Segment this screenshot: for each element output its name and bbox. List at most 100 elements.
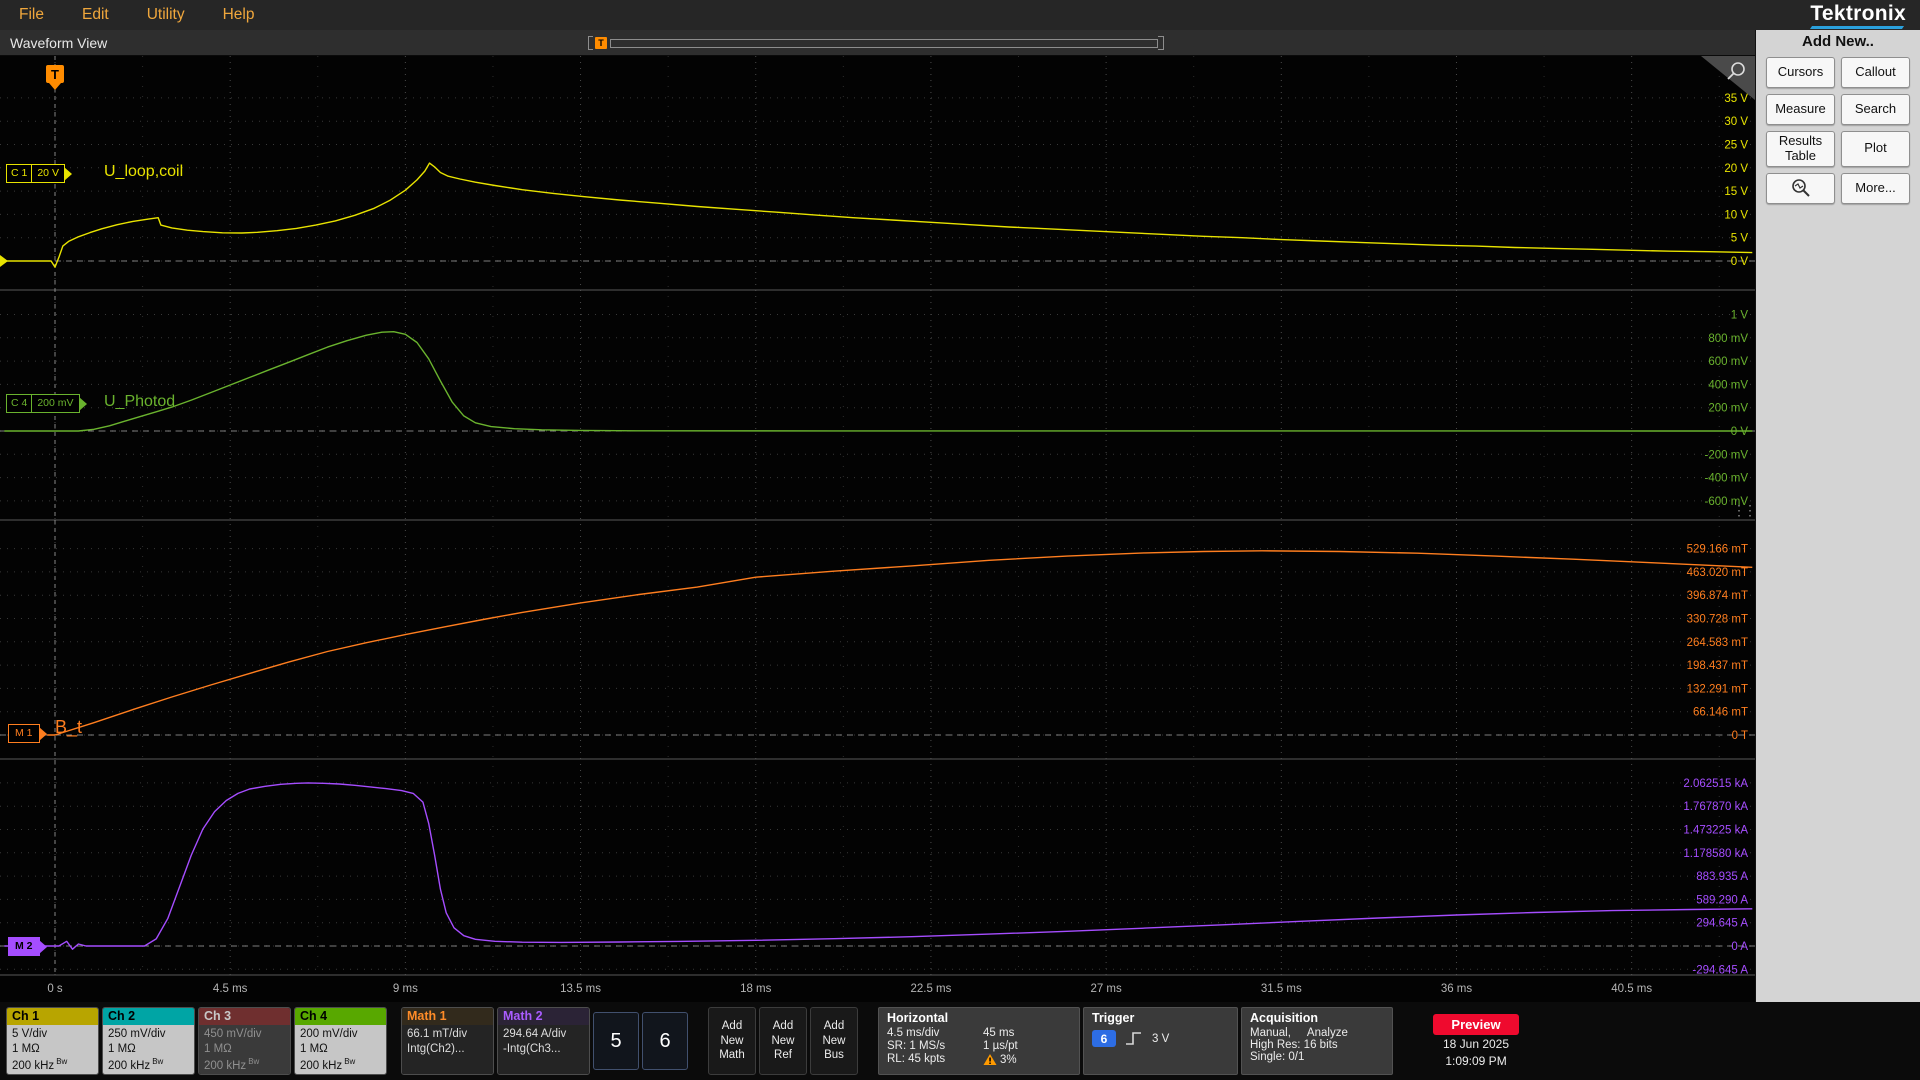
menu-file[interactable]: File bbox=[0, 6, 63, 24]
trigger-level-value: 3 V bbox=[1152, 1032, 1170, 1045]
svg-text:-200 mV: -200 mV bbox=[1705, 449, 1749, 461]
svg-text:0 T: 0 T bbox=[1732, 730, 1748, 742]
trigger-source-badge: 6 bbox=[1092, 1030, 1116, 1047]
svg-text:396.874 mT: 396.874 mT bbox=[1687, 590, 1748, 602]
plot-button[interactable]: Plot bbox=[1841, 131, 1910, 167]
menu-help[interactable]: Help bbox=[204, 6, 274, 24]
channel-marker-c1-scale: 20 V bbox=[37, 167, 59, 179]
bandwidth-indicator: Bw bbox=[56, 1057, 68, 1067]
ch3-badge-body: 450 mV/div 1 MΩ 200 kHz Bw bbox=[199, 1025, 290, 1074]
ch3-badge-title: Ch 3 bbox=[199, 1008, 290, 1025]
zoom-waveform-icon bbox=[1791, 179, 1810, 198]
channel-marker-c1[interactable]: C 1 20 V bbox=[6, 164, 72, 183]
waveform-plot[interactable]: 35 V30 V25 V20 V15 V10 V5 V0 V1 V800 mV6… bbox=[0, 56, 1755, 1002]
warning-icon bbox=[983, 1054, 997, 1065]
add-new-math-button[interactable]: Add New Math bbox=[708, 1007, 756, 1075]
acquisition-mode-row: Manual, Analyze bbox=[1250, 1027, 1348, 1039]
acquisition-panel[interactable]: Acquisition Manual, Analyze High Res: 16 … bbox=[1241, 1007, 1393, 1075]
svg-text:132.291 mT: 132.291 mT bbox=[1687, 683, 1748, 695]
measure-button[interactable]: Measure bbox=[1766, 94, 1835, 125]
waveform-view: Waveform View T 35 V 30 V 25 V 20 V 15 V 10 V… bbox=[0, 30, 1755, 1002]
svg-text:529.166 mT: 529.166 mT bbox=[1687, 544, 1748, 556]
channel-marker-c4[interactable]: C 4 200 mV bbox=[6, 394, 87, 413]
channel-marker-m2[interactable]: M 2 bbox=[8, 937, 46, 956]
horizontal-panel-values: 4.5 ms/div 45 ms SR: 1 MS/s 1 µs/pt RL: 45… bbox=[887, 1027, 1018, 1066]
svg-text:1.473225 kA: 1.473225 kA bbox=[1683, 825, 1748, 837]
waveform-plot-area[interactable]: 35 V 30 V 25 V 20 V 15 V 10 V5 V0 V1 V 800 mV 6… bbox=[0, 56, 1755, 1002]
svg-text:330.728 mT: 330.728 mT bbox=[1687, 614, 1748, 626]
channel-marker-m1[interactable]: M 1 bbox=[8, 724, 46, 743]
cursors-button[interactable]: Cursors bbox=[1766, 57, 1835, 88]
waveform-view-title: Waveform View bbox=[10, 34, 108, 51]
ch3-badge[interactable]: Ch 3 450 mV/div 1 MΩ 200 kHz Bw bbox=[198, 1007, 291, 1075]
bandwidth-indicator: Bw bbox=[248, 1057, 260, 1067]
svg-text:0 s: 0 s bbox=[47, 983, 63, 995]
time-label: 1:09:09 PM bbox=[1445, 1053, 1507, 1068]
channel-marker-c1-id: C 1 bbox=[7, 165, 33, 182]
trigger-letter: T bbox=[51, 66, 59, 82]
trigger-panel[interactable]: Trigger 6 3 V bbox=[1083, 1007, 1238, 1075]
svg-text:400 mV: 400 mV bbox=[1708, 379, 1748, 391]
menu-bar: File Edit Utility Help Tektronix bbox=[0, 0, 1920, 30]
svg-text:1 V: 1 V bbox=[1731, 310, 1749, 322]
svg-text:-400 mV: -400 mV bbox=[1705, 473, 1749, 485]
panel-drag-handle-icon[interactable]: ⋮⋮ bbox=[1732, 503, 1755, 517]
svg-text:800 mV: 800 mV bbox=[1708, 333, 1748, 345]
acquisition-resolution-row: High Res: 16 bits bbox=[1250, 1039, 1338, 1051]
callout-button[interactable]: Callout bbox=[1841, 57, 1910, 88]
preview-group: Preview 18 Jun 2025 1:09:09 PM bbox=[1410, 1007, 1542, 1075]
svg-text:-294.645 A: -294.645 A bbox=[1692, 964, 1748, 976]
channel-marker-c4-scale: 200 mV bbox=[37, 397, 74, 409]
ch2-badge[interactable]: Ch 2 250 mV/div 1 MΩ 200 kHz Bw bbox=[102, 1007, 195, 1075]
ch4-badge[interactable]: Ch 4 200 mV/div 1 MΩ 200 kHz Bw bbox=[294, 1007, 387, 1075]
ch1-badge[interactable]: Ch 1 5 V/div 1 MΩ 200 kHz Bw bbox=[6, 1007, 99, 1075]
svg-text:589.290 A: 589.290 A bbox=[1696, 894, 1748, 906]
overview-left-cap bbox=[588, 36, 593, 50]
nav-button-6[interactable]: 6 bbox=[642, 1012, 688, 1070]
svg-text:9 ms: 9 ms bbox=[393, 983, 418, 995]
svg-text:883.935 A: 883.935 A bbox=[1696, 871, 1748, 883]
menu-edit[interactable]: Edit bbox=[63, 6, 128, 24]
channel-marker-c4-id: C 4 bbox=[7, 395, 33, 412]
add-new-ref-button[interactable]: Add New Ref bbox=[759, 1007, 807, 1075]
menu-utility[interactable]: Utility bbox=[128, 6, 204, 24]
overview-trigger-marker[interactable]: T bbox=[595, 37, 607, 49]
svg-text:4.5 ms: 4.5 ms bbox=[213, 983, 248, 995]
svg-text:5 V: 5 V bbox=[1731, 233, 1749, 245]
svg-text:40.5 ms: 40.5 ms bbox=[1611, 983, 1652, 995]
math1-badge[interactable]: Math 1 66.1 mT/div Intg(Ch2)... bbox=[401, 1007, 494, 1075]
svg-text:0 A: 0 A bbox=[1731, 941, 1748, 953]
math2-badge-title: Math 2 bbox=[498, 1008, 589, 1025]
math1-badge-title: Math 1 bbox=[402, 1008, 493, 1025]
svg-text:264.583 mT: 264.583 mT bbox=[1687, 637, 1748, 649]
zoom-tool-button[interactable] bbox=[1766, 172, 1835, 204]
svg-text:15 V: 15 V bbox=[1724, 186, 1748, 198]
math2-badge[interactable]: Math 2 294.64 A/div -Intg(Ch3... bbox=[497, 1007, 590, 1075]
zoom-corner-button[interactable] bbox=[1701, 56, 1755, 100]
svg-text:20 V: 20 V bbox=[1724, 163, 1748, 175]
horizontal-panel[interactable]: Horizontal 4.5 ms/div 45 ms SR: 1 MS/s 1 µ… bbox=[878, 1007, 1080, 1075]
ch4-badge-body: 200 mV/div 1 MΩ 200 kHz Bw bbox=[295, 1025, 386, 1074]
svg-text:198.437 mT: 198.437 mT bbox=[1687, 660, 1748, 672]
svg-text:30 V: 30 V bbox=[1724, 116, 1748, 128]
date-label: 18 Jun 2025 bbox=[1442, 1036, 1510, 1051]
acquisition-panel-title: Acquisition bbox=[1250, 1011, 1319, 1025]
results-table-button[interactable]: Results Table bbox=[1766, 131, 1835, 167]
math1-badge-body: 66.1 mT/div Intg(Ch2)... bbox=[402, 1025, 493, 1074]
more-button[interactable]: More... bbox=[1841, 172, 1910, 204]
svg-text:66.146 mT: 66.146 mT bbox=[1693, 707, 1748, 719]
overview-track[interactable] bbox=[610, 38, 1158, 48]
search-button[interactable]: Search bbox=[1841, 94, 1910, 125]
svg-text:31.5 ms: 31.5 ms bbox=[1261, 983, 1302, 995]
trigger-position-marker[interactable]: T bbox=[46, 65, 64, 83]
preview-button[interactable]: Preview bbox=[1433, 1013, 1519, 1035]
trigger-panel-values: 6 3 V bbox=[1092, 1030, 1229, 1047]
trace-label-u-photod: U_Photod bbox=[104, 393, 176, 410]
svg-text:294.645 A: 294.645 A bbox=[1696, 918, 1748, 930]
add-new-bus-button[interactable]: Add New Bus bbox=[810, 1007, 858, 1075]
acquisition-single-row: Single: 0/1 bbox=[1250, 1051, 1305, 1063]
svg-text:463.020 mT: 463.020 mT bbox=[1687, 567, 1748, 579]
trigger-level-marker[interactable] bbox=[0, 255, 8, 267]
horizontal-pan-overview-bar[interactable]: T bbox=[588, 36, 1164, 50]
nav-button-5[interactable]: 5 bbox=[593, 1012, 639, 1070]
